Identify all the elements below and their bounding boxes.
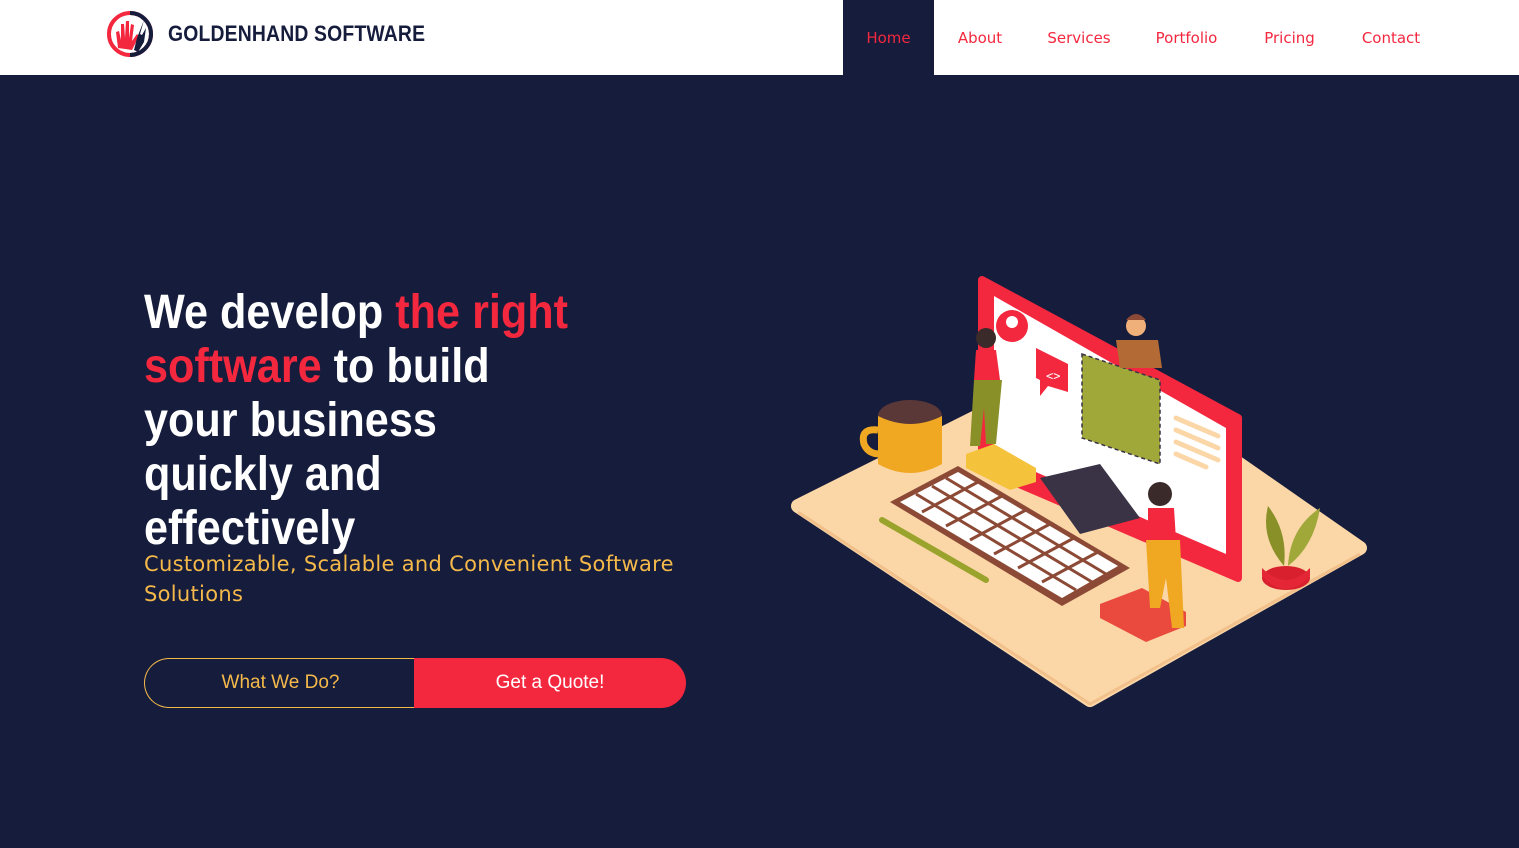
nav-portfolio[interactable]: Portfolio [1132, 0, 1241, 75]
hands-logo-icon [107, 11, 153, 57]
nav-about[interactable]: About [934, 0, 1026, 75]
site-header: GOLDENHAND SOFTWARE Home About Services … [0, 0, 1519, 75]
get-quote-button[interactable]: Get a Quote! [414, 658, 686, 708]
hero-title: We develop the right software to build y… [144, 286, 594, 556]
person-top-icon [1116, 314, 1162, 368]
hero-illustration: <> [791, 276, 1367, 707]
logo[interactable]: GOLDENHAND SOFTWARE [104, 8, 460, 60]
nav-contact[interactable]: Contact [1338, 0, 1444, 75]
svg-text:<>: <> [1046, 369, 1060, 383]
hero-title-part1: We develop [144, 286, 396, 339]
nav-pricing[interactable]: Pricing [1241, 0, 1338, 75]
nav-home[interactable]: Home [843, 0, 934, 75]
brand-name: GOLDENHAND SOFTWARE [168, 21, 426, 46]
what-we-do-button[interactable]: What We Do? [144, 658, 416, 708]
main-nav: Home About Services Portfolio Pricing Co… [843, 0, 1444, 75]
nav-services[interactable]: Services [1026, 0, 1132, 75]
hero-subtitle: Customizable, Scalable and Convenient So… [144, 552, 674, 606]
